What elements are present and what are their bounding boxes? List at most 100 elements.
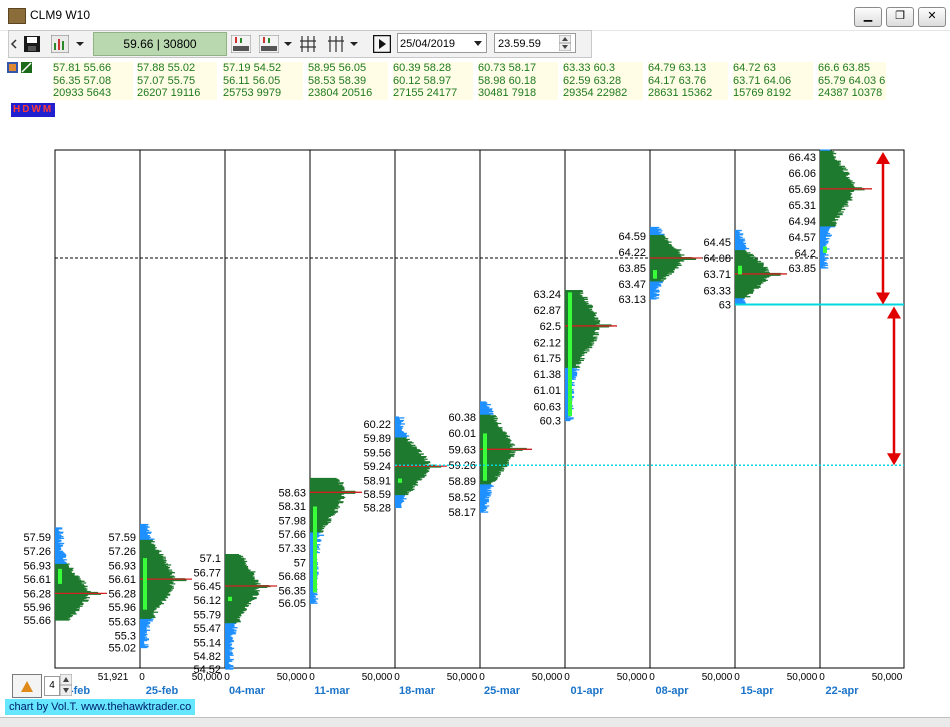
x-tick-label: 50,000 xyxy=(277,672,308,683)
session-profile: 66.43 66.06 65.69 65.31 64.94 64.57 64.2 63.85 2… xyxy=(788,149,903,697)
x-tick-label: 0 xyxy=(394,672,400,683)
price-label: 55.02 xyxy=(108,643,136,655)
price-label: 64.2 xyxy=(795,248,816,260)
x-tick-label: 50,000 xyxy=(362,672,393,683)
x-tick-label: 0 xyxy=(649,672,655,683)
value-area-bar xyxy=(398,478,402,483)
price-label: 63.71 xyxy=(703,269,731,281)
price-label: 54.82 xyxy=(193,651,221,663)
x-tick-label: 50,000 xyxy=(447,672,478,683)
price-label: 55.47 xyxy=(193,623,221,635)
price-label: 58.59 xyxy=(363,489,391,501)
price-label: 55.63 xyxy=(108,616,136,628)
x-tick-label: 50,000 xyxy=(532,672,563,683)
price-label: 55.79 xyxy=(193,609,221,621)
price-label: 60.63 xyxy=(533,401,561,413)
value-area-bar xyxy=(58,568,62,584)
session-profile: 64.5964.2263.8563.4763.1308-apr0 50,000 xyxy=(618,226,733,697)
price-label: 56.45 xyxy=(193,581,221,593)
price-label: 56.61 xyxy=(23,574,51,586)
price-label: 57.26 xyxy=(23,546,51,558)
session-profile: 64.4564.0863.7163.336315-apr0 50,000 xyxy=(703,229,818,697)
price-label: 60.22 xyxy=(363,419,391,431)
price-label: 61.01 xyxy=(533,385,561,397)
price-label: 56.12 xyxy=(193,595,221,607)
price-label: 63 xyxy=(719,299,731,311)
price-label: 65.69 xyxy=(788,184,816,196)
x-tick-label: 0 xyxy=(309,672,315,683)
price-label: 55.3 xyxy=(115,630,136,642)
price-label: 61.38 xyxy=(533,369,561,381)
week-label: 08-apr xyxy=(655,685,689,697)
week-label: 04-mar xyxy=(229,685,266,697)
price-label: 58.17 xyxy=(448,507,476,519)
x-tick-label: 0 xyxy=(819,672,825,683)
value-area-bar xyxy=(568,292,572,417)
price-label: 56.05 xyxy=(278,598,306,610)
arrow-head xyxy=(876,152,890,164)
price-label: 56.68 xyxy=(278,571,306,583)
week-label: 22-apr xyxy=(825,685,859,697)
price-label: 56.28 xyxy=(23,588,51,600)
price-label: 63.13 xyxy=(618,294,646,306)
price-label: 59.56 xyxy=(363,447,391,459)
price-label: 64.08 xyxy=(703,253,731,265)
x-tick-label: 50,000 xyxy=(787,672,818,683)
week-label: 11-mar xyxy=(314,685,350,697)
price-label: 56.77 xyxy=(193,567,221,579)
week-label: 25-feb xyxy=(146,685,179,697)
week-label: 01-apr xyxy=(570,685,604,697)
collapse-button[interactable] xyxy=(12,674,42,698)
price-label: 63.24 xyxy=(533,289,561,301)
value-area-bar xyxy=(228,596,232,602)
period-spinner-icon[interactable] xyxy=(60,674,72,696)
price-label: 59.89 xyxy=(363,433,391,445)
price-label: 54.52 xyxy=(193,664,221,676)
price-label: 56.61 xyxy=(108,574,136,586)
session-profile: 60.38 60.01 59.63 59.26 58.89 58.52 58.17 25-ma… xyxy=(448,401,563,697)
arrow-head xyxy=(887,453,901,466)
price-label: 57.98 xyxy=(278,515,306,527)
price-label: 58.63 xyxy=(278,487,306,499)
triangle-up-icon xyxy=(21,681,33,692)
price-label: 57.33 xyxy=(278,543,306,555)
x-tick-label: 51,921 xyxy=(98,672,129,683)
price-label: 66.06 xyxy=(788,168,816,180)
price-label: 59.26 xyxy=(448,460,476,472)
price-label: 56.35 xyxy=(278,585,306,597)
price-label: 62.12 xyxy=(533,337,561,349)
value-area-bar xyxy=(143,558,147,610)
value-area-bar xyxy=(738,265,742,275)
price-label: 64.45 xyxy=(703,237,731,249)
price-label: 60.38 xyxy=(448,412,476,424)
price-label: 63.85 xyxy=(618,263,646,275)
price-label: 55.96 xyxy=(108,602,136,614)
session-profile: 63.24 62.87 62.5 62.12 61.75 61.38 61.01 60.63 6… xyxy=(533,289,647,697)
price-label: 57 xyxy=(294,557,306,569)
price-label: 64.57 xyxy=(788,232,816,244)
price-label: 58.52 xyxy=(448,492,476,504)
x-tick-label: 0 xyxy=(139,672,145,683)
price-label: 57.26 xyxy=(108,546,136,558)
price-label: 56.93 xyxy=(108,560,136,572)
price-label: 58.31 xyxy=(278,501,306,513)
x-tick-label: 0 xyxy=(224,672,230,683)
price-label: 55.66 xyxy=(23,615,51,627)
price-label: 63.33 xyxy=(703,285,731,297)
price-label: 65.31 xyxy=(788,200,816,212)
week-label: 25-mar xyxy=(484,685,521,697)
volume-profile-chart: 57.5957.2656.9356.6156.2855.9655.661-feb… xyxy=(23,149,905,697)
value-area-bar xyxy=(823,246,827,253)
price-label: 58.89 xyxy=(448,476,476,488)
week-label: 15-apr xyxy=(740,685,774,697)
session-profile: 60.22 59.89 59.56 59.24 58.91 58.5958.28 18-ma… xyxy=(363,416,478,697)
price-label: 55.14 xyxy=(193,637,221,649)
x-tick-label: 50,000 xyxy=(872,672,903,683)
price-label: 60.01 xyxy=(448,428,476,440)
value-area-bar xyxy=(653,270,657,279)
period-count-field[interactable]: 4 xyxy=(44,676,60,696)
price-label: 62.87 xyxy=(533,305,561,317)
price-label: 64.59 xyxy=(618,231,646,243)
price-label: 57.59 xyxy=(108,532,136,544)
measure-arrow xyxy=(887,306,901,466)
